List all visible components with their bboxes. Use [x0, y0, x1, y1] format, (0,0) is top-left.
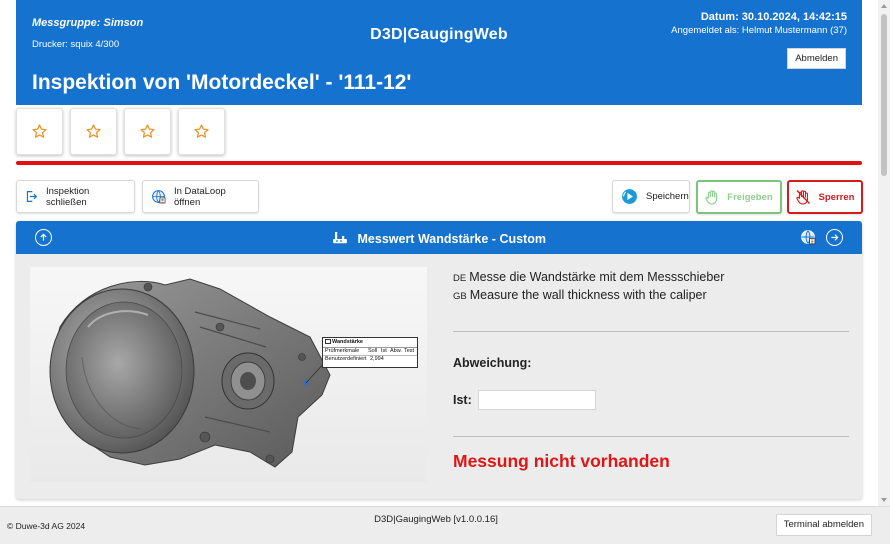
save-label: Speichern — [646, 191, 689, 202]
date-time: Datum: 30.10.2024, 14:42:15 — [700, 11, 847, 23]
open-dataloop-button[interactable]: In DataLoop öffnen — [142, 180, 259, 213]
lock-button[interactable]: Sperren — [787, 180, 863, 214]
close-inspection-button[interactable]: Inspektion schließen — [16, 180, 135, 213]
callout-test: Test — [404, 348, 415, 354]
lock-label: Sperren — [818, 191, 855, 203]
save-play-icon — [622, 189, 637, 204]
open-dataloop-label: In DataLoop öffnen — [174, 185, 226, 208]
callout-title: Wandstärke — [332, 339, 363, 345]
measurement-panel: Messwert Wandstärke - Custom Wandstärke … — [16, 221, 862, 499]
save-button[interactable]: Speichern — [612, 180, 690, 213]
measurement-status: Messung nicht vorhanden — [453, 451, 670, 471]
measurement-callout: Wandstärke Prüfmerkmale Soll Ist Abw. Te… — [322, 337, 418, 368]
star-button-3[interactable] — [124, 108, 171, 155]
callout-ist: Ist — [381, 348, 387, 354]
callout-row2-label: Benutzerdefiniert — [325, 356, 367, 362]
status-divider — [16, 161, 862, 165]
arrow-right-button[interactable] — [826, 229, 843, 246]
actual-label: Ist: — [453, 393, 472, 407]
star-button-1[interactable] — [16, 108, 63, 155]
rating-stars — [16, 108, 225, 155]
star-button-2[interactable] — [70, 108, 117, 155]
hand-off-icon — [795, 190, 810, 205]
callout-row1-label: Prüfmerkmale — [325, 348, 360, 354]
scrollbar[interactable] — [878, 0, 890, 506]
open-dataloop-icon-button[interactable] — [800, 229, 816, 250]
logout-button[interactable]: Abmelden — [787, 48, 846, 69]
callout-soll: Soll — [368, 348, 378, 354]
panel-title: Messwert Wandstärke - Custom — [357, 232, 546, 246]
panel-title-wrap: Messwert Wandstärke - Custom — [16, 231, 862, 246]
release-label: Freigeben — [727, 191, 773, 203]
panel-header: Messwert Wandstärke - Custom — [16, 221, 862, 254]
divider — [453, 331, 849, 332]
deviation-label: Abweichung: — [453, 356, 532, 370]
logged-in-user: Angemeldet als: Helmut Mustermann (37) — [671, 25, 847, 36]
motor-cover-model — [49, 278, 331, 468]
globe-icon — [801, 230, 816, 245]
release-button[interactable]: Freigeben — [696, 180, 782, 214]
divider — [453, 436, 849, 437]
close-inspection-label: Inspektion schließen — [46, 185, 90, 208]
description-de-text: Messe die Wandstärke mit dem Messschiebe… — [469, 270, 725, 284]
scroll-thumb[interactable] — [881, 14, 887, 176]
terminal-logout-button[interactable]: Terminal abmelden — [775, 514, 872, 536]
callout-abw: Abw. — [390, 348, 402, 354]
footer: © Duwe-3d AG 2024 D3D|GaugingWeb [v1.0.0… — [0, 506, 890, 544]
callout-row2-value: 2,994 — [370, 356, 384, 362]
version-info: D3D|GaugingWeb [v1.0.0.16] — [374, 514, 498, 525]
actual-value-input[interactable] — [478, 390, 596, 410]
star-icon — [194, 124, 209, 138]
star-icon — [140, 124, 155, 138]
star-button-4[interactable] — [178, 108, 225, 155]
page-title: Inspektion von 'Motordeckel' - '111-12' — [32, 71, 412, 94]
exit-icon — [26, 191, 38, 202]
hand-icon — [705, 190, 718, 205]
star-icon — [86, 124, 101, 138]
lang-code-de: DE — [453, 273, 467, 284]
star-icon — [32, 124, 47, 138]
caliper-icon — [333, 232, 348, 244]
globe-icon — [152, 190, 166, 204]
caliper-icon — [325, 339, 331, 344]
description-gb: GB Measure the wall thickness with the ca… — [453, 288, 707, 302]
lang-code-gb: GB — [453, 291, 467, 302]
part-image: Wandstärke Prüfmerkmale Soll Ist Abw. Te… — [30, 267, 427, 482]
arrow-right-icon — [831, 234, 839, 241]
scroll-up-arrow[interactable] — [881, 4, 887, 8]
app-header: Messgruppe: Simson Drucker: squix 4/300 … — [16, 0, 862, 105]
description-de: DE Messe die Wandstärke mit dem Messschie… — [453, 270, 724, 284]
description-gb-text: Measure the wall thickness with the cali… — [469, 288, 707, 302]
scroll-down-arrow[interactable] — [881, 498, 887, 502]
